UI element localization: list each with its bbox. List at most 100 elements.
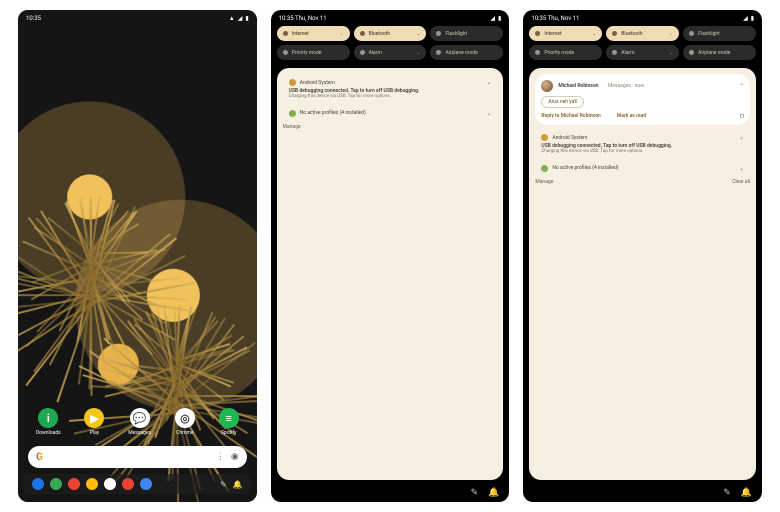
qs-row-2: Priority mode Alarm⌄Airplane mode bbox=[277, 45, 504, 60]
phone-shade-collapsed: 10:35 Thu, Nov 11 ◢▮ Internet⌄ Bluetooth⌄… bbox=[271, 10, 510, 502]
qs-priority-mode[interactable]: Priority mode bbox=[529, 45, 602, 60]
notification-list: Android System ⌄ USB debugging connected… bbox=[277, 68, 504, 480]
qs-row-2: Priority mode Alarm⌄ Airplane mode bbox=[529, 45, 756, 60]
status-bar: 10:35 ▲ ◢ ▮ bbox=[18, 10, 257, 26]
notif-app: Android System bbox=[552, 135, 587, 141]
pen-icon[interactable]: ✎ bbox=[471, 488, 479, 498]
app-play[interactable]: ▶Play bbox=[84, 408, 104, 436]
qs-icon bbox=[360, 31, 365, 36]
battery-icon: ▮ bbox=[751, 15, 754, 22]
status-icons: ▲ ◢ ▮ bbox=[229, 15, 249, 22]
chevron-down-icon[interactable]: ⌄ bbox=[669, 31, 673, 37]
chevron-down-icon[interactable]: ⌄ bbox=[486, 110, 491, 117]
phone-homescreen: 10:35 ▲ ◢ ▮ iDownloads ▶Play 💬Messages ◎Chr… bbox=[18, 10, 257, 502]
taskbar-app-icon[interactable] bbox=[104, 478, 116, 490]
qs-alarm[interactable]: Alarm⌄ bbox=[354, 45, 427, 60]
app-downloads[interactable]: iDownloads bbox=[36, 408, 61, 436]
qs-internet[interactable]: Internet⌄ bbox=[529, 26, 602, 41]
convo-bubble: Arus neh ya'll bbox=[541, 96, 584, 108]
bubble-icon[interactable]: ◻ bbox=[740, 113, 744, 119]
profile-icon bbox=[541, 165, 548, 172]
taskbar-app-icon[interactable] bbox=[86, 478, 98, 490]
qs-flashlight[interactable]: Flashlight bbox=[430, 26, 503, 41]
qs-icon bbox=[535, 31, 540, 36]
taskbar-apps bbox=[32, 478, 152, 490]
qs-icon bbox=[689, 50, 694, 55]
app-chrome[interactable]: ◎Chrome bbox=[175, 408, 195, 436]
taskbar-app-icon[interactable] bbox=[140, 478, 152, 490]
search-bar[interactable]: G ⋮ ◉ bbox=[28, 446, 247, 468]
qs-bluetooth[interactable]: Bluetooth⌄ bbox=[606, 26, 679, 41]
notification-profile[interactable]: No active profiles (4 installed) ⌄ bbox=[283, 105, 498, 120]
taskbar-app-icon[interactable] bbox=[122, 478, 134, 490]
qs-airplane-mode[interactable]: Airplane mode bbox=[683, 45, 756, 60]
qs-internet[interactable]: Internet⌄ bbox=[277, 26, 350, 41]
google-logo-icon: G bbox=[36, 452, 43, 463]
notif-title: No active profiles (4 installed) bbox=[300, 110, 366, 116]
status-bar: 10:35 Thu, Nov 11 ◢▮ bbox=[523, 10, 762, 26]
notification-profile[interactable]: No active profiles (4 installed) ⌄ bbox=[535, 160, 750, 175]
pen-icon[interactable]: ✎ bbox=[723, 488, 731, 498]
phone-shade-conversation: 10:35 Thu, Nov 11 ◢▮ Internet⌄ Bluetooth⌄… bbox=[523, 10, 762, 502]
notification-conversation[interactable]: Michael Robinson · Messages · now ⌃ Arus… bbox=[535, 74, 750, 125]
status-bar: 10:35 Thu, Nov 11 ◢▮ bbox=[271, 10, 510, 26]
bell-icon[interactable]: 🔔 bbox=[488, 488, 499, 498]
qs-icon bbox=[436, 31, 441, 36]
notification-system[interactable]: Android System ⌄ USB debugging connected… bbox=[535, 129, 750, 158]
mic-icon[interactable]: ⋮ bbox=[216, 452, 225, 462]
android-icon bbox=[541, 134, 548, 141]
qs-icon bbox=[612, 50, 617, 55]
chevron-down-icon[interactable]: ⌄ bbox=[416, 50, 420, 56]
qs-priority-mode[interactable]: Priority mode bbox=[277, 45, 350, 60]
qs-icon bbox=[283, 31, 288, 36]
notification-list: Michael Robinson · Messages · now ⌃ Arus… bbox=[529, 68, 756, 480]
chevron-down-icon[interactable]: ⌄ bbox=[416, 31, 420, 37]
chevron-down-icon[interactable]: ⌄ bbox=[486, 79, 491, 86]
qs-icon bbox=[436, 50, 441, 55]
nav-corner: ✎ 🔔 bbox=[723, 488, 752, 498]
notification-system[interactable]: Android System ⌄ USB debugging connected… bbox=[283, 74, 498, 103]
qs-flashlight[interactable]: Flashlight bbox=[683, 26, 756, 41]
app-spotify[interactable]: ≡Spotify bbox=[219, 408, 239, 436]
convo-sub: · Messages · now bbox=[605, 83, 644, 89]
pen-icon[interactable]: ✎ bbox=[220, 480, 227, 489]
battery-icon: ▮ bbox=[245, 15, 248, 22]
status-time: 10:35 bbox=[26, 15, 41, 22]
qs-airplane-mode[interactable]: Airplane mode bbox=[430, 45, 503, 60]
mark-read-button[interactable]: Mark as read bbox=[617, 113, 646, 119]
wifi-icon: ▲ bbox=[229, 15, 235, 22]
convo-name: Michael Robinson bbox=[558, 83, 598, 89]
taskbar-system: ✎ 🔔 bbox=[220, 480, 243, 489]
lens-icon[interactable]: ◉ bbox=[231, 452, 239, 462]
chevron-up-icon[interactable]: ⌃ bbox=[739, 83, 744, 90]
signal-icon: ◢ bbox=[743, 15, 748, 22]
notif-body: Charging this device via USB. Tap for mo… bbox=[541, 149, 744, 155]
chevron-down-icon[interactable]: ⌄ bbox=[739, 165, 744, 172]
notification-shade: Internet⌄ Bluetooth⌄Flashlight Priority m… bbox=[277, 26, 504, 480]
taskbar-app-icon[interactable] bbox=[50, 478, 62, 490]
qs-alarm[interactable]: Alarm⌄ bbox=[606, 45, 679, 60]
bell-icon[interactable]: 🔔 bbox=[741, 488, 752, 498]
taskbar-app-icon[interactable] bbox=[32, 478, 44, 490]
qs-icon bbox=[360, 50, 365, 55]
reply-button[interactable]: Reply to Michael Robinson bbox=[541, 113, 601, 119]
bell-icon[interactable]: 🔔 bbox=[233, 480, 243, 489]
chevron-down-icon[interactable]: ⌄ bbox=[592, 31, 596, 37]
chevron-down-icon[interactable]: ⌄ bbox=[739, 134, 744, 141]
status-datetime: 10:35 Thu, Nov 11 bbox=[279, 15, 327, 22]
app-messages[interactable]: 💬Messages bbox=[128, 408, 151, 436]
qs-row-1: Internet⌄ Bluetooth⌄ Flashlight bbox=[529, 26, 756, 41]
taskbar-app-icon[interactable] bbox=[68, 478, 80, 490]
notification-shade: Internet⌄ Bluetooth⌄ Flashlight Priority m… bbox=[529, 26, 756, 480]
qs-icon bbox=[283, 50, 288, 55]
chevron-down-icon[interactable]: ⌄ bbox=[339, 31, 343, 37]
qs-bluetooth[interactable]: Bluetooth⌄ bbox=[354, 26, 427, 41]
notif-title: No active profiles (4 installed) bbox=[552, 165, 618, 171]
chevron-down-icon[interactable]: ⌄ bbox=[669, 50, 673, 56]
qs-icon bbox=[689, 31, 694, 36]
battery-icon: ▮ bbox=[498, 15, 501, 22]
nav-corner: ✎ 🔔 bbox=[471, 488, 500, 498]
signal-icon: ◢ bbox=[490, 15, 495, 22]
profile-icon bbox=[289, 110, 296, 117]
android-icon bbox=[289, 79, 296, 86]
